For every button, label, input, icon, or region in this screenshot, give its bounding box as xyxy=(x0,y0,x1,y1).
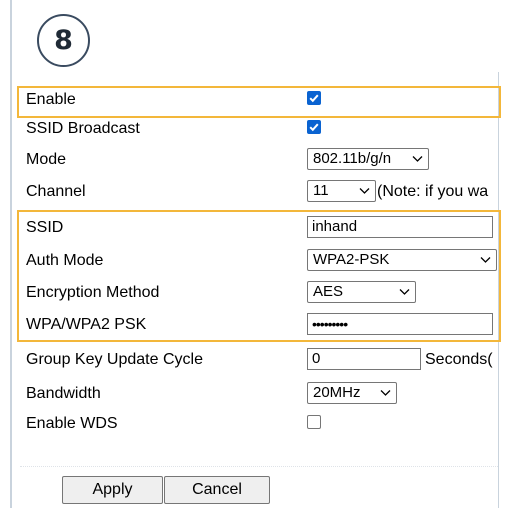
channel-select[interactable]: 11 xyxy=(307,180,376,202)
ssid-broadcast-label: SSID Broadcast xyxy=(26,120,140,137)
channel-note: (Note: if you wa xyxy=(377,183,489,200)
highlight-enable xyxy=(17,86,501,118)
enable-checkbox[interactable] xyxy=(307,91,321,105)
chevron-down-icon xyxy=(359,188,370,194)
mode-select-value: 802.11b/g/n xyxy=(313,150,392,167)
chevron-down-icon xyxy=(412,156,423,162)
mode-label: Mode xyxy=(26,151,67,168)
chevron-down-icon xyxy=(480,257,491,263)
auth-mode-select-value: WPA2-PSK xyxy=(313,251,390,268)
enable-wds-label: Enable WDS xyxy=(26,415,118,432)
psk-label: WPA/WPA2 PSK xyxy=(26,316,147,333)
auth-mode-select[interactable]: WPA2-PSK xyxy=(307,249,497,271)
chevron-down-icon xyxy=(399,289,410,295)
encryption-method-label: Encryption Method xyxy=(26,284,160,301)
page-left-border xyxy=(10,0,12,508)
checkmark-icon xyxy=(309,94,319,103)
divider xyxy=(20,466,498,467)
bandwidth-select-value: 20MHz xyxy=(313,384,361,401)
ssid-label: SSID xyxy=(26,219,64,236)
encryption-method-select-value: AES xyxy=(313,283,344,300)
enable-wds-checkbox[interactable] xyxy=(307,415,321,429)
enable-label: Enable xyxy=(26,91,76,108)
ssid-broadcast-checkbox[interactable] xyxy=(307,120,321,134)
ssid-input[interactable]: inhand xyxy=(307,216,493,238)
cancel-button[interactable]: Cancel xyxy=(164,476,270,504)
group-key-input[interactable]: 0 xyxy=(307,348,421,370)
step-number-badge: 8 xyxy=(37,14,90,67)
group-key-label: Group Key Update Cycle xyxy=(26,351,203,368)
bandwidth-label: Bandwidth xyxy=(26,385,101,402)
checkmark-icon xyxy=(309,123,319,132)
encryption-method-select[interactable]: AES xyxy=(307,281,416,303)
bandwidth-select[interactable]: 20MHz xyxy=(307,382,397,404)
group-key-unit: Seconds( xyxy=(425,351,493,368)
channel-label: Channel xyxy=(26,183,86,200)
apply-button[interactable]: Apply xyxy=(62,476,163,504)
mode-select[interactable]: 802.11b/g/n xyxy=(307,148,429,170)
psk-password-input[interactable]: ••••••••• xyxy=(307,313,493,335)
chevron-down-icon xyxy=(380,390,391,396)
auth-mode-label: Auth Mode xyxy=(26,252,104,269)
channel-select-value: 11 xyxy=(313,182,329,199)
